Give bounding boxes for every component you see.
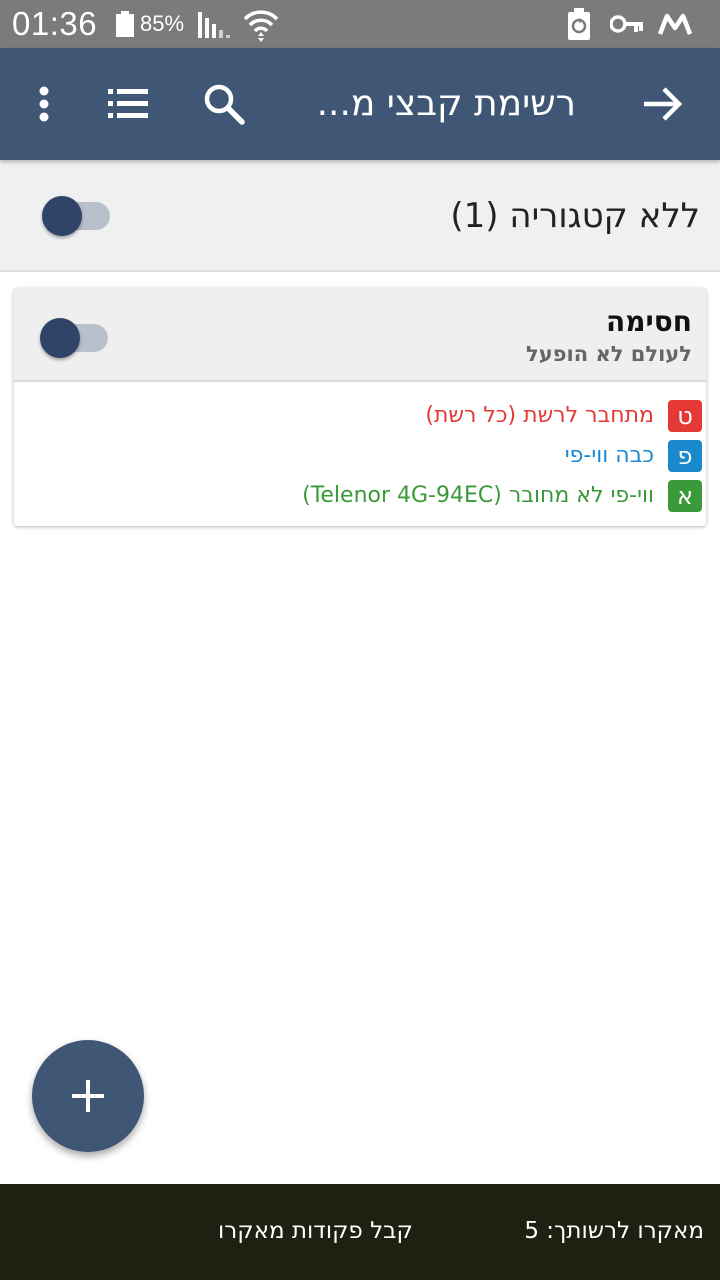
- battery-icon: [116, 11, 134, 37]
- add-macro-button[interactable]: [32, 1040, 144, 1152]
- action-badge: פ: [668, 440, 702, 472]
- constraint-text: ווי-פי לא מחובר (Telenor 4G-94EC): [302, 483, 654, 508]
- app-toolbar: רשימת קבצי מ...: [0, 48, 720, 160]
- recycle-icon: [568, 8, 590, 40]
- trigger-badge: ט: [668, 400, 702, 432]
- get-macros-link[interactable]: קבל פקודות מאקרו: [218, 1214, 413, 1248]
- toolbar-title: רשימת קבצי מ...: [316, 83, 576, 124]
- search-icon[interactable]: [202, 82, 246, 126]
- toggle-thumb: [40, 318, 80, 358]
- battery-percent: 85%: [140, 11, 185, 36]
- category-toggle[interactable]: [42, 194, 112, 238]
- trigger-text: מתחבר לרשת (כל רשת): [425, 403, 654, 428]
- status-bar: 01:36 85%: [0, 0, 720, 48]
- macro-toggle[interactable]: [40, 316, 110, 360]
- more-vert-icon[interactable]: [24, 84, 64, 124]
- action-text: כבה ווי-פי: [564, 443, 654, 468]
- macro-count-text: מאקרו לרשותך: 5: [524, 1218, 704, 1244]
- constraint-badge: א: [668, 480, 702, 512]
- constraint-row: א ווי-פי לא מחובר (Telenor 4G-94EC): [22, 480, 702, 512]
- macro-card[interactable]: חסימה לעולם לא הופעל ט מתחבר לרשת (כל רש…: [14, 288, 706, 526]
- signal-icon: [198, 12, 230, 38]
- macrodroid-icon: [658, 13, 692, 35]
- status-time: 01:36: [12, 5, 98, 42]
- list-icon[interactable]: [106, 84, 150, 124]
- category-title: ללא קטגוריה (1): [450, 196, 700, 236]
- bottom-banner: מאקרו לרשותך: 5 קבל פקודות מאקרו: [0, 1184, 720, 1280]
- arrow-forward-icon[interactable]: [640, 82, 684, 126]
- screen: 01:36 85% רשימת קבצי מ... ללא קטגוריה (1…: [0, 0, 720, 1280]
- trigger-row: ט מתחבר לרשת (כל רשת): [22, 400, 702, 432]
- macro-status: לעולם לא הופעל: [526, 342, 692, 366]
- wifi-icon: [243, 10, 279, 42]
- key-icon: [610, 15, 643, 33]
- macro-card-header: חסימה לעולם לא הופעל: [14, 288, 706, 382]
- action-row: פ כבה ווי-פי: [22, 440, 702, 472]
- plus-icon: [72, 1080, 104, 1112]
- category-header[interactable]: ללא קטגוריה (1): [0, 160, 720, 272]
- macro-name: חסימה: [605, 305, 692, 338]
- toggle-thumb: [42, 196, 82, 236]
